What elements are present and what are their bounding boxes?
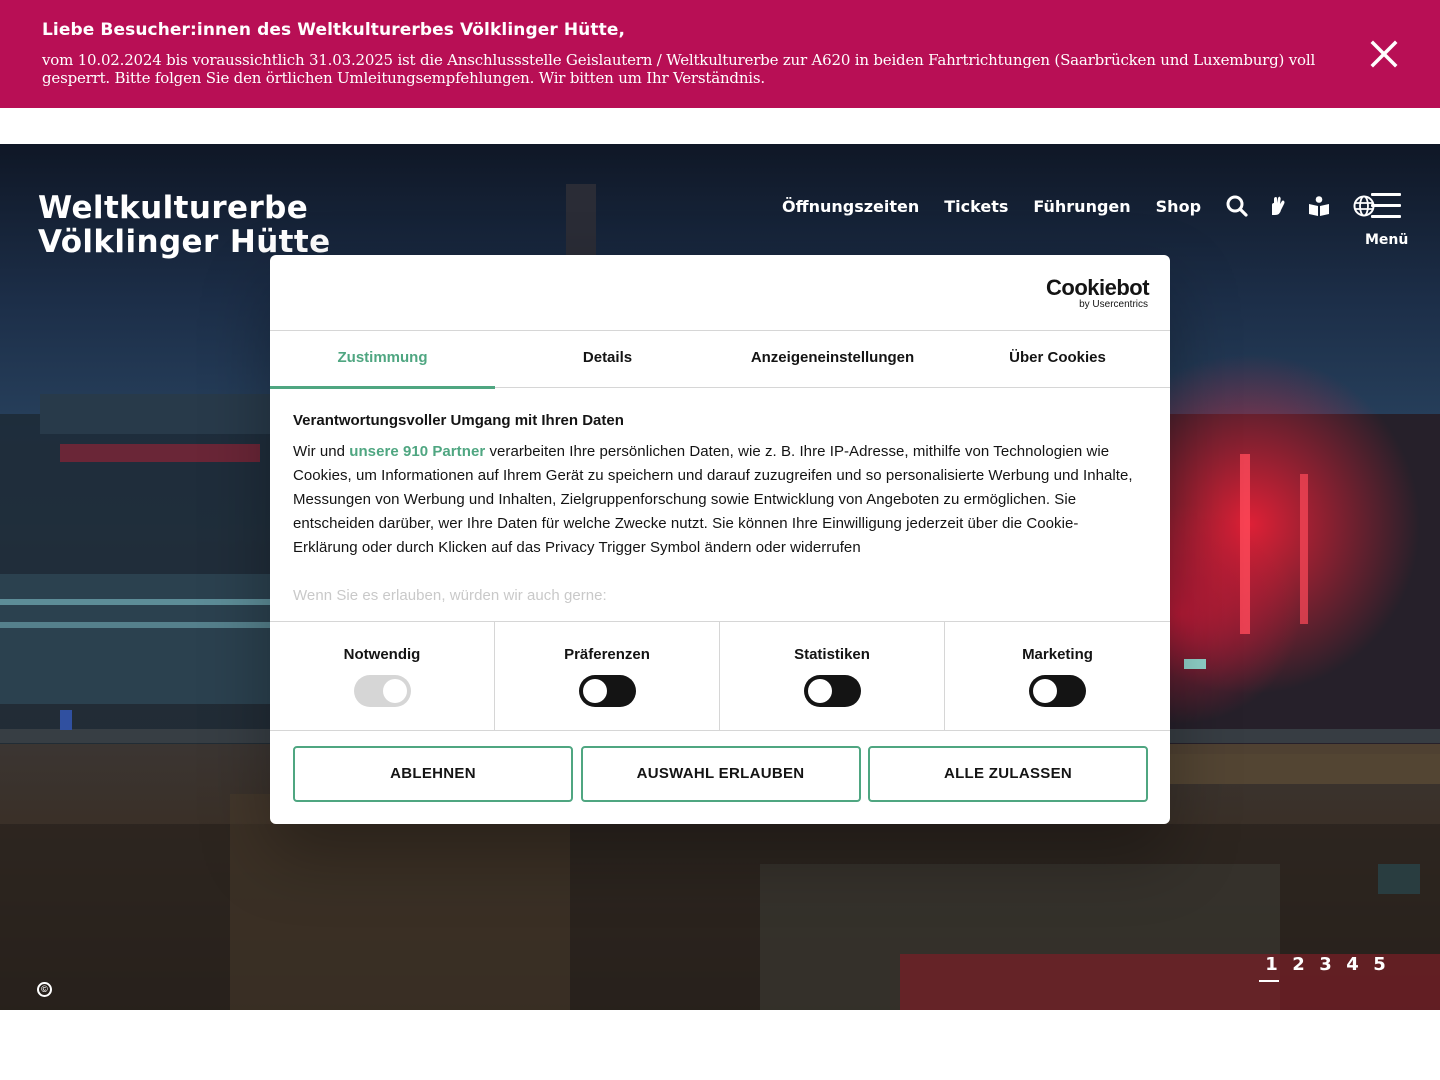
toggle-knob xyxy=(1033,679,1057,703)
category-label: Präferenzen xyxy=(564,646,650,663)
search-icon xyxy=(1226,195,1248,217)
category-label: Marketing xyxy=(1022,646,1093,663)
sign-language-icon xyxy=(1272,196,1285,215)
logo-line-2: Völklinger Hütte xyxy=(38,224,331,260)
logo-line-1: Weltkulturerbe xyxy=(38,190,309,226)
toggle-knob xyxy=(808,679,832,703)
description-start: Wir und xyxy=(293,443,350,460)
slide-5-button[interactable]: 5 xyxy=(1366,954,1393,980)
nav-link-tours[interactable]: Führungen xyxy=(1033,197,1130,216)
slide-1-button[interactable]: 1 xyxy=(1258,954,1285,982)
category-marketing: Marketing xyxy=(945,622,1170,730)
cookie-consent-dialog: Cookiebot by Usercentrics Zustimmung Det… xyxy=(270,255,1170,824)
dialog-header: Cookiebot by Usercentrics xyxy=(270,255,1170,331)
notice-banner: Liebe Besucher:innen des Weltkulturerbes… xyxy=(0,0,1440,108)
easy-language-button[interactable] xyxy=(1307,194,1331,218)
category-statistics: Statistiken xyxy=(720,622,945,730)
slide-number: 4 xyxy=(1346,954,1359,975)
reject-button[interactable]: ABLEHNEN xyxy=(293,746,573,802)
nav-link-shop[interactable]: Shop xyxy=(1156,197,1201,216)
tab-about-cookies[interactable]: Über Cookies xyxy=(945,331,1170,388)
slide-number: 2 xyxy=(1292,954,1305,975)
slide-number: 5 xyxy=(1373,954,1386,975)
partners-link[interactable]: unsere 910 Partner xyxy=(349,443,485,460)
notice-title: Liebe Besucher:innen des Weltkulturerbes… xyxy=(42,20,626,40)
main-nav: Öffnungszeiten Tickets Führungen Shop xyxy=(782,194,1393,218)
toggle-knob xyxy=(383,679,407,703)
nav-link-tickets[interactable]: Tickets xyxy=(944,197,1008,216)
sign-language-button[interactable] xyxy=(1266,194,1290,218)
menu-label: Menü xyxy=(1365,232,1409,248)
slide-4-button[interactable]: 4 xyxy=(1339,954,1366,980)
dialog-body: Verantwortungsvoller Umgang mit Ihren Da… xyxy=(293,412,1143,608)
search-button[interactable] xyxy=(1225,194,1249,218)
close-icon xyxy=(1370,40,1398,68)
dialog-heading: Verantwortungsvoller Umgang mit Ihren Da… xyxy=(293,412,624,429)
slide-3-button[interactable]: 3 xyxy=(1312,954,1339,980)
category-preferences: Präferenzen xyxy=(495,622,720,730)
cookiebot-logo: Cookiebot by Usercentrics xyxy=(1046,277,1150,311)
easy-language-icon xyxy=(1309,196,1330,216)
statistics-toggle[interactable] xyxy=(804,675,861,707)
category-label: Notwendig xyxy=(343,646,421,663)
copyright-icon[interactable]: © xyxy=(37,982,52,997)
dialog-tabs: Zustimmung Details Anzeigeneinstellungen… xyxy=(270,331,1170,389)
brand-name: Cookiebot xyxy=(1046,275,1150,300)
tab-ad-settings[interactable]: Anzeigeneinstellungen xyxy=(720,331,945,388)
allow-all-button[interactable]: ALLE ZULASSEN xyxy=(868,746,1148,802)
tab-consent[interactable]: Zustimmung xyxy=(270,331,495,389)
marketing-toggle[interactable] xyxy=(1029,675,1086,707)
slider-pagination: 1 2 3 4 5 xyxy=(1258,954,1393,982)
slide-number: 1 xyxy=(1265,954,1278,975)
hamburger-icon-bar-2 xyxy=(1371,204,1401,207)
category-label: Statistiken xyxy=(794,646,870,663)
menu-button[interactable]: Menü xyxy=(1364,190,1410,250)
brand-subtitle: by Usercentrics xyxy=(1079,299,1148,310)
hamburger-icon-bar-1 xyxy=(1371,193,1401,196)
site-logo[interactable]: Weltkulturerbe Völklinger Hütte xyxy=(38,191,331,259)
slide-number: 3 xyxy=(1319,954,1332,975)
close-notice-button[interactable] xyxy=(1366,36,1402,72)
nav-link-opening-hours[interactable]: Öffnungszeiten xyxy=(782,197,919,216)
tab-details[interactable]: Details xyxy=(495,331,720,388)
hamburger-icon-bar-3 xyxy=(1371,215,1401,218)
notice-text: vom 10.02.2024 bis voraussichtlich 31.03… xyxy=(42,51,1316,87)
dialog-description: Wir und unsere 910 Partner verarbeiten I… xyxy=(293,440,1143,560)
allow-selection-button[interactable]: AUSWAHL ERLAUBEN xyxy=(580,746,861,802)
category-necessary: Notwendig xyxy=(270,622,495,730)
faded-text: Wenn Sie es erlauben, würden wir auch ge… xyxy=(293,587,607,604)
toggle-knob xyxy=(583,679,607,703)
consent-categories: Notwendig Präferenzen Statistiken Market… xyxy=(270,621,1170,731)
dialog-actions: ABLEHNEN AUSWAHL ERLAUBEN ALLE ZULASSEN xyxy=(293,746,1148,802)
preferences-toggle[interactable] xyxy=(579,675,636,707)
slide-2-button[interactable]: 2 xyxy=(1285,954,1312,980)
necessary-toggle xyxy=(354,675,411,707)
